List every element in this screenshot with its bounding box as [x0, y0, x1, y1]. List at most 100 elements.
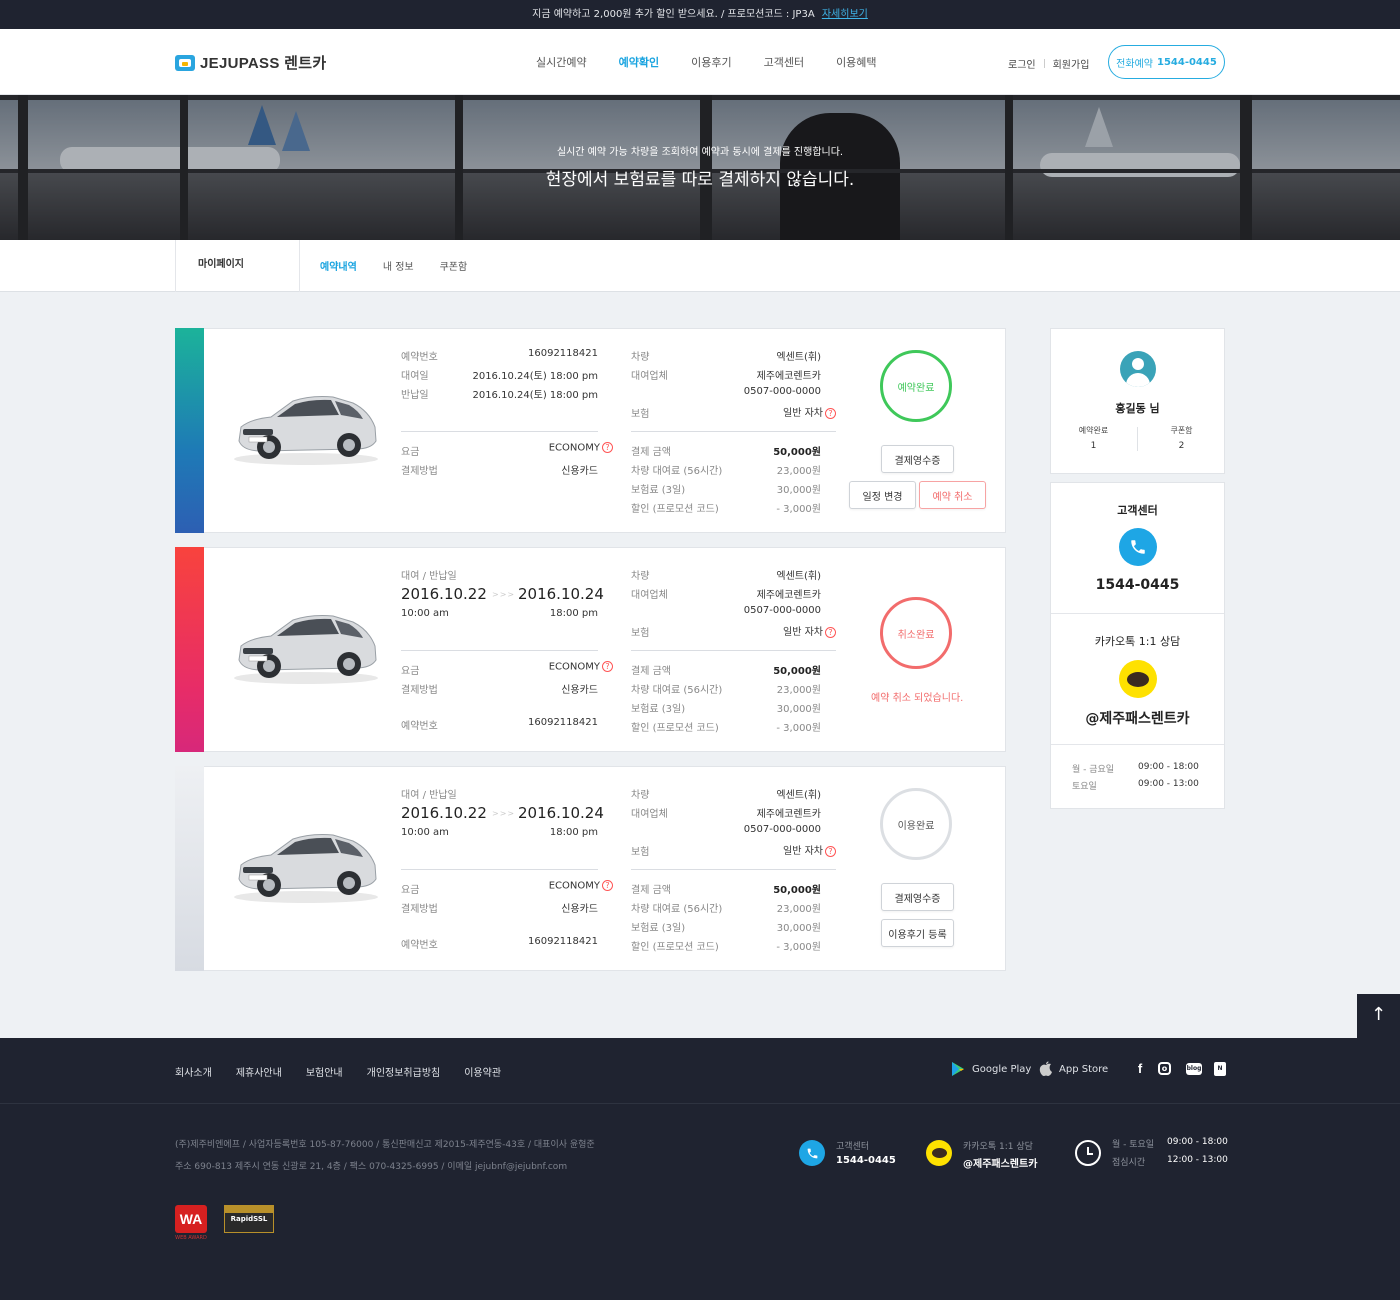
nav-reviews[interactable]: 이용후기	[691, 54, 731, 70]
signup-link[interactable]: 회원가입	[1053, 56, 1090, 71]
stat-coupon-label: 쿠폰함	[1170, 426, 1193, 435]
status-badge: 이용완료	[880, 788, 952, 860]
promo-detail-link[interactable]: 자세히보기	[822, 9, 868, 20]
help-icon[interactable]: ?	[602, 880, 613, 891]
label-rent-return: 대여 / 반납일	[401, 571, 457, 582]
help-icon[interactable]: ?	[825, 626, 836, 638]
mypage-subnav: 마이페이지 예약내역 내 정보 쿠폰함	[0, 240, 1400, 292]
footer-link-privacy[interactable]: 개인정보취급방침	[367, 1064, 441, 1079]
rent-fee: 23,000원	[776, 685, 821, 696]
cancel-booking-button[interactable]: 예약 취소	[919, 481, 986, 509]
phone-booking-button[interactable]: 전화예약 1544-0445	[1108, 45, 1225, 79]
start-time: 10:00 am	[401, 608, 449, 619]
nav-customer-center[interactable]: 고객센터	[764, 54, 804, 70]
cancel-message: 예약 취소 되었습니다.	[871, 693, 964, 704]
tab-coupons[interactable]: 쿠폰함	[440, 258, 468, 273]
nav-benefits[interactable]: 이용혜택	[836, 54, 876, 70]
footer-link-company[interactable]: 회사소개	[175, 1064, 212, 1079]
login-link[interactable]: 로그인	[1008, 56, 1036, 71]
web-award-label: WEB AWARD	[175, 1235, 207, 1241]
footer-link-partners[interactable]: 제휴사안내	[236, 1064, 282, 1079]
status-badge: 취소완료	[880, 597, 952, 669]
label-pay-method: 결제방법	[401, 685, 438, 696]
label-insurance: 보험	[631, 628, 650, 639]
divider	[401, 869, 598, 870]
footer-link-insurance[interactable]: 보험안내	[306, 1064, 343, 1079]
fee-class-text: ECONOMY	[548, 442, 600, 454]
booking-card: 대여 / 반납일 2016.10.22 >>> 2016.10.24 10:00…	[175, 547, 1006, 752]
label-total: 결제 금액	[631, 666, 671, 677]
end-time: 18:00 pm	[549, 827, 598, 838]
divider	[631, 431, 836, 432]
company-info: (주)제주비엔에프 / 사업자등록번호 105-87-76000 / 통신판매신…	[175, 1140, 595, 1150]
stat-booked-label: 예약완료	[1078, 426, 1109, 435]
customer-center-box: 고객센터 1544-0445 카카오톡 1:1 상담 @제주패스렌트카 월 - …	[1050, 482, 1225, 809]
receipt-button[interactable]: 결제영수증	[881, 883, 954, 911]
footer-kakao-icon	[926, 1140, 952, 1166]
fee-class-text: ECONOMY	[548, 880, 600, 892]
change-schedule-button[interactable]: 일정 변경	[849, 481, 916, 509]
arrow-icon: >>>	[492, 590, 516, 599]
hours-weekday-time: 09:00 - 18:00	[1138, 762, 1199, 772]
post-icon[interactable]: N	[1214, 1062, 1226, 1076]
insurance-text: 일반 자차	[783, 627, 823, 638]
footer-kakao-id[interactable]: @제주패스렌트카	[963, 1155, 1037, 1170]
footer-hours-label: 월 - 토요일	[1112, 1140, 1155, 1150]
hours-saturday-time: 09:00 - 13:00	[1138, 779, 1199, 789]
stat-booked-value[interactable]: 1	[1071, 441, 1116, 451]
start-date: 2016.10.22	[401, 804, 487, 822]
apple-icon	[1039, 1061, 1052, 1076]
rental-company: 제주에코렌트카	[756, 371, 821, 382]
divider	[1051, 744, 1224, 745]
footer-link-terms[interactable]: 이용약관	[464, 1064, 501, 1079]
footer-cs-label: 고객센터	[836, 1142, 870, 1152]
label-car: 차량	[631, 352, 650, 363]
divider	[631, 869, 836, 870]
header: JEJUPASS 렌트카 실시간예약 예약확인 이용후기 고객센터 이용혜택 로…	[0, 29, 1400, 95]
help-icon[interactable]: ?	[825, 845, 836, 857]
nav-realtime-booking[interactable]: 실시간예약	[536, 54, 587, 70]
customer-center-title: 고객센터	[1117, 504, 1158, 517]
discount: - 3,000원	[776, 504, 821, 515]
kakao-id[interactable]: @제주패스렌트카	[1051, 708, 1224, 728]
mypage-title: 마이페이지	[175, 240, 300, 292]
divider	[1043, 59, 1045, 68]
avatar-icon	[1120, 351, 1156, 387]
label-return-date: 반납일	[401, 390, 429, 401]
write-review-button[interactable]: 이용후기 등록	[881, 919, 954, 947]
insurance-type: 일반 자차?	[701, 623, 836, 638]
insurance-type: 일반 자차?	[701, 842, 836, 857]
hours-weekday-label: 월 - 금요일	[1072, 765, 1115, 775]
help-icon[interactable]: ?	[602, 661, 613, 672]
footer-cs-phone[interactable]: 1544-0445	[836, 1155, 896, 1166]
label-company: 대여업체	[631, 590, 668, 601]
logo[interactable]: JEJUPASS 렌트카	[175, 52, 326, 73]
help-icon[interactable]: ?	[602, 442, 613, 453]
booking-no: 16092118421	[528, 717, 598, 728]
status-color-bar	[175, 766, 204, 971]
app-store-link[interactable]: App Store	[1039, 1061, 1108, 1077]
phone-icon	[1119, 528, 1157, 566]
insurance-fee: 30,000원	[776, 485, 821, 496]
ssl-label: RapidSSL	[230, 1215, 268, 1223]
instagram-icon[interactable]: o	[1158, 1062, 1171, 1075]
company-address: 주소 690-813 제주시 연동 신광로 21, 4층 / 팩스 070-43…	[175, 1162, 568, 1172]
kakao-title: 카카오톡 1:1 상담	[1094, 635, 1181, 648]
receipt-button[interactable]: 결제영수증	[881, 445, 954, 473]
label-insurance: 보험	[631, 847, 650, 858]
tab-bookings[interactable]: 예약내역	[320, 258, 357, 273]
arrow-icon: >>>	[492, 809, 516, 818]
blog-icon[interactable]: blog	[1186, 1063, 1202, 1075]
facebook-icon[interactable]: f	[1133, 1062, 1147, 1076]
help-icon[interactable]: ?	[825, 407, 836, 419]
fee-class: ECONOMY?	[501, 661, 613, 673]
phone-booking-number: 1544-0445	[1156, 56, 1217, 68]
stat-coupon-value[interactable]: 2	[1159, 441, 1204, 451]
footer-info: (주)제주비엔에프 / 사업자등록번호 105-87-76000 / 통신판매신…	[0, 1104, 1400, 1300]
google-play-link[interactable]: Google Play	[950, 1061, 1031, 1077]
tab-my-info[interactable]: 내 정보	[383, 258, 414, 273]
customer-center-phone[interactable]: 1544-0445	[1051, 577, 1224, 593]
divider	[401, 431, 598, 432]
scroll-top-button[interactable]: ↑	[1357, 994, 1400, 1038]
nav-booking-check[interactable]: 예약확인	[619, 54, 659, 70]
